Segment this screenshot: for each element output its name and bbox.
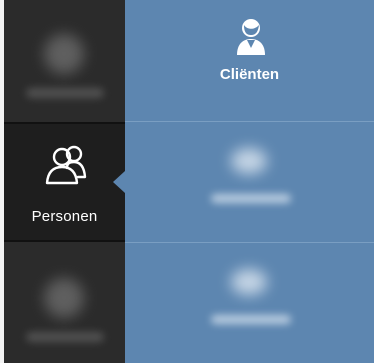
shield-icon <box>231 269 267 295</box>
tile-label: Cliënten <box>219 66 280 83</box>
tile-label-blurred <box>211 194 291 203</box>
home-icon <box>44 34 84 74</box>
tile-blurred-3[interactable] <box>125 242 374 362</box>
users-icon <box>45 145 87 185</box>
submenu-panel: Cliënten <box>125 0 374 363</box>
tile-clienten[interactable]: Cliënten <box>125 0 374 120</box>
tile-blurred-2[interactable] <box>125 121 374 241</box>
sidebar-item-personen[interactable]: Personen <box>4 122 125 242</box>
sidebar-item-label-blurred <box>26 88 104 98</box>
sidebar-item-home[interactable] <box>4 0 125 120</box>
sidebar-item-label-blurred <box>26 332 104 342</box>
sidebar-item-other[interactable] <box>4 244 125 364</box>
sidebar: Personen <box>4 0 125 363</box>
square-icon <box>44 278 84 318</box>
sidebar-item-label: Personen <box>31 208 98 225</box>
tile-label-blurred <box>211 315 291 324</box>
client-icon <box>237 19 265 55</box>
selection-pointer-icon <box>113 171 125 193</box>
app-frame: Personen Cliënten <box>0 0 374 363</box>
cloud-icon <box>231 148 267 174</box>
